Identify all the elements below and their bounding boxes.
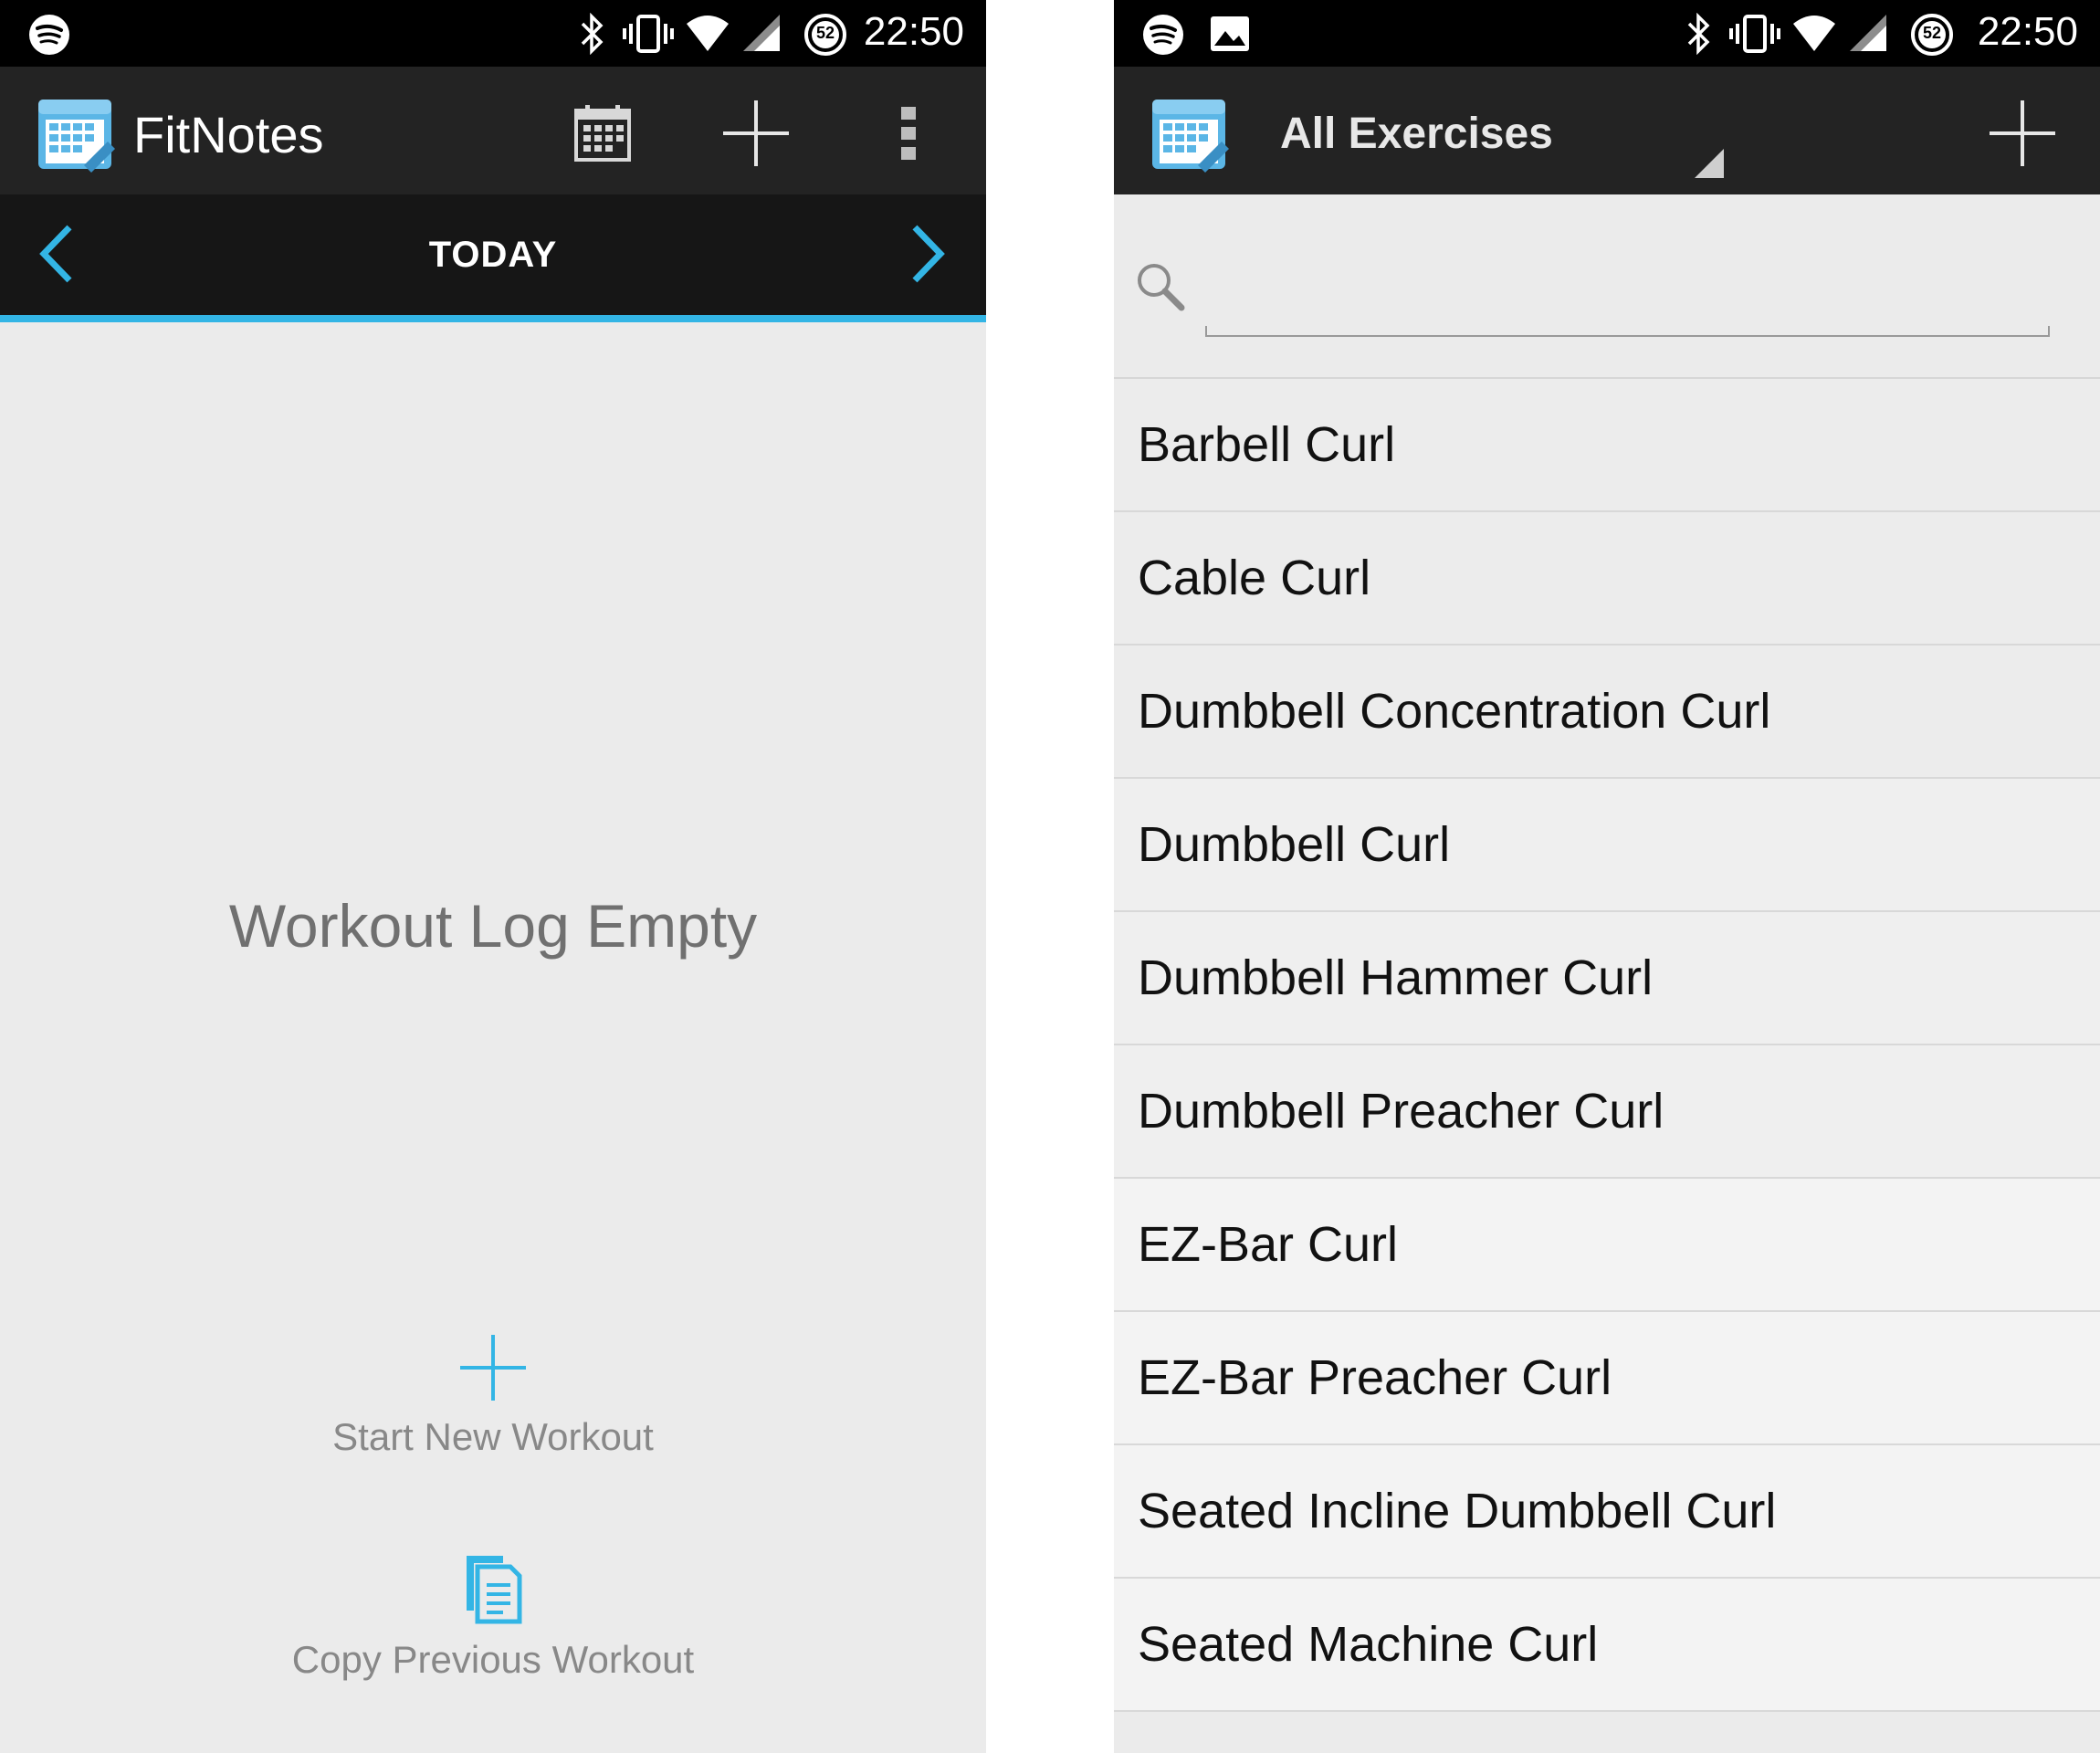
date-navigator: TODAY <box>0 194 986 322</box>
search-input[interactable] <box>1213 277 2042 326</box>
status-time: 22:50 <box>863 9 964 54</box>
start-new-workout-label: Start New Workout <box>332 1415 654 1458</box>
empty-log-message: Workout Log Empty <box>228 892 758 960</box>
plus-icon <box>723 100 789 166</box>
status-time: 22:50 <box>1977 9 2078 54</box>
exercise-list-item[interactable]: Dumbbell Concentration Curl <box>1114 646 2100 779</box>
exercise-name: EZ-Bar Preacher Curl <box>1138 1350 1612 1405</box>
battery-level: 52 <box>1922 24 1942 42</box>
cell-signal-icon <box>743 15 780 51</box>
exercise-name: Seated Machine Curl <box>1138 1617 1599 1672</box>
exercise-list-item[interactable]: Seated Incline Dumbbell Curl <box>1114 1445 2100 1579</box>
spotify-icon <box>1143 15 1183 55</box>
exercise-list-item[interactable]: Dumbbell Preacher Curl <box>1114 1045 2100 1179</box>
exercise-list-item[interactable]: Dumbbell Hammer Curl <box>1114 912 2100 1045</box>
plus-icon <box>460 1335 526 1401</box>
vibrate-icon <box>1729 15 1780 53</box>
calendar-icon <box>574 105 631 162</box>
exercise-name: Dumbbell Curl <box>1138 817 1451 872</box>
fitnotes-logo-icon[interactable] <box>1150 94 1231 174</box>
overflow-menu-button[interactable] <box>867 92 950 174</box>
exercise-list-item[interactable]: Seated Machine Curl <box>1114 1579 2100 1712</box>
image-notification-icon <box>1211 16 1249 51</box>
wifi-icon <box>1793 16 1835 51</box>
bluetooth-icon <box>1687 13 1710 55</box>
bluetooth-icon <box>581 13 604 55</box>
spinner-triangle-icon <box>1695 149 1724 178</box>
exercise-name: EZ-Bar Curl <box>1138 1217 1399 1272</box>
spotify-icon <box>29 15 69 55</box>
category-selected-value: All Exercises <box>1280 110 1553 158</box>
cell-signal-icon <box>1850 15 1886 51</box>
exercise-name: Dumbbell Preacher Curl <box>1138 1084 1664 1139</box>
exercise-name: Seated Incline Dumbbell Curl <box>1138 1484 1777 1538</box>
search-bar <box>1114 196 2100 379</box>
exercise-list-item[interactable]: Cable Curl <box>1114 512 2100 646</box>
battery-level: 52 <box>815 24 835 42</box>
wifi-icon <box>687 16 729 51</box>
calendar-button[interactable] <box>562 92 644 174</box>
add-exercise-button[interactable] <box>1981 92 2063 174</box>
exercise-list-item[interactable]: Barbell Curl <box>1114 379 2100 512</box>
exercise-name: Dumbbell Concentration Curl <box>1138 684 1771 739</box>
chevron-right-icon[interactable] <box>895 222 959 286</box>
status-bar: 52 22:50 <box>0 0 986 67</box>
exercise-name: Barbell Curl <box>1138 417 1396 472</box>
overflow-menu-icon <box>901 107 916 160</box>
app-title: FitNotes <box>133 106 324 163</box>
status-bar: 52 22:50 <box>1114 0 2100 67</box>
search-underline <box>1205 326 2050 337</box>
copy-icon <box>467 1556 522 1624</box>
copy-previous-workout-label: Copy Previous Workout <box>291 1638 695 1681</box>
vibrate-icon <box>623 15 674 53</box>
action-bar: All Exercises <box>1114 67 2100 194</box>
exercise-name: Cable Curl <box>1138 551 1371 605</box>
exercise-list: Barbell Curl Cable Curl Dumbbell Concentra… <box>1114 379 2100 1712</box>
exercise-list-screen: 52 22:50 All Exercises Barbell Curl Cabl… <box>1114 0 2100 1753</box>
date-label[interactable]: TODAY <box>0 235 986 276</box>
search-icon[interactable] <box>1134 260 1187 313</box>
add-exercise-button[interactable] <box>715 92 797 174</box>
fitnotes-logo-icon[interactable] <box>37 94 117 174</box>
exercise-list-item[interactable]: Dumbbell Curl <box>1114 779 2100 912</box>
exercise-list-item[interactable]: EZ-Bar Curl <box>1114 1179 2100 1312</box>
action-bar: FitNotes <box>0 67 986 194</box>
exercise-name: Dumbbell Hammer Curl <box>1138 950 1654 1005</box>
plus-icon <box>1990 100 2055 166</box>
exercise-list-item[interactable]: EZ-Bar Preacher Curl <box>1114 1312 2100 1445</box>
workout-log-screen: 52 22:50 FitNotes TODAY Workout Log Empt… <box>0 0 986 1753</box>
